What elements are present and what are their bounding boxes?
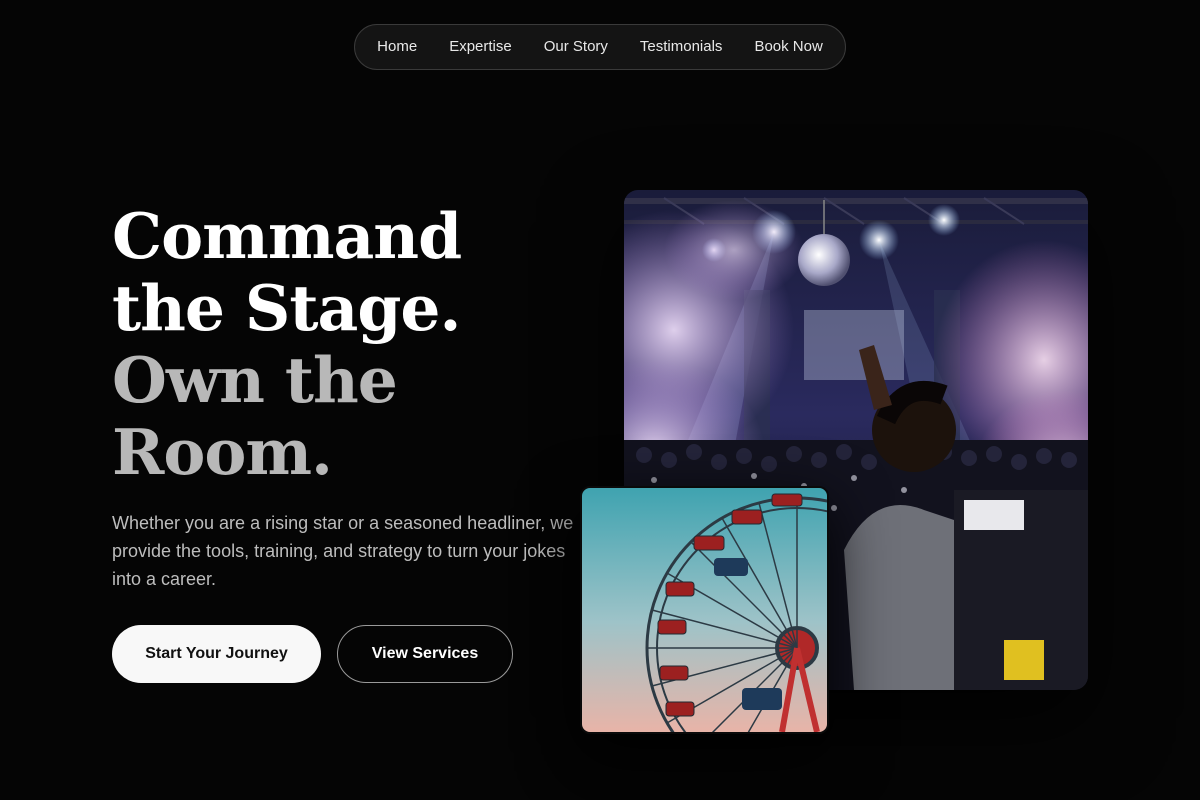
view-services-button[interactable]: View Services <box>337 625 513 683</box>
nav-book-now-link[interactable]: Book Now <box>738 25 838 69</box>
nav-testimonials-link[interactable]: Testimonials <box>624 25 739 69</box>
hero-title-line-1: Command <box>112 199 462 273</box>
hero-title: Command the Stage. Own the Room. <box>112 199 462 489</box>
nav-home-link[interactable]: Home <box>361 25 433 69</box>
hero-title-line-3: Own the <box>112 343 398 417</box>
start-journey-button[interactable]: Start Your Journey <box>112 625 321 683</box>
hero-title-line-4: Room. <box>112 415 333 489</box>
hero-title-line-2: the Stage. <box>112 271 461 345</box>
top-nav: Home Expertise Our Story Testimonials Bo… <box>354 24 846 70</box>
ferris-wheel-photo <box>580 486 829 734</box>
nav-our-story-link[interactable]: Our Story <box>528 25 624 69</box>
hero-subtitle: Whether you are a rising star or a seaso… <box>112 513 574 589</box>
nav-expertise-link[interactable]: Expertise <box>433 25 528 69</box>
